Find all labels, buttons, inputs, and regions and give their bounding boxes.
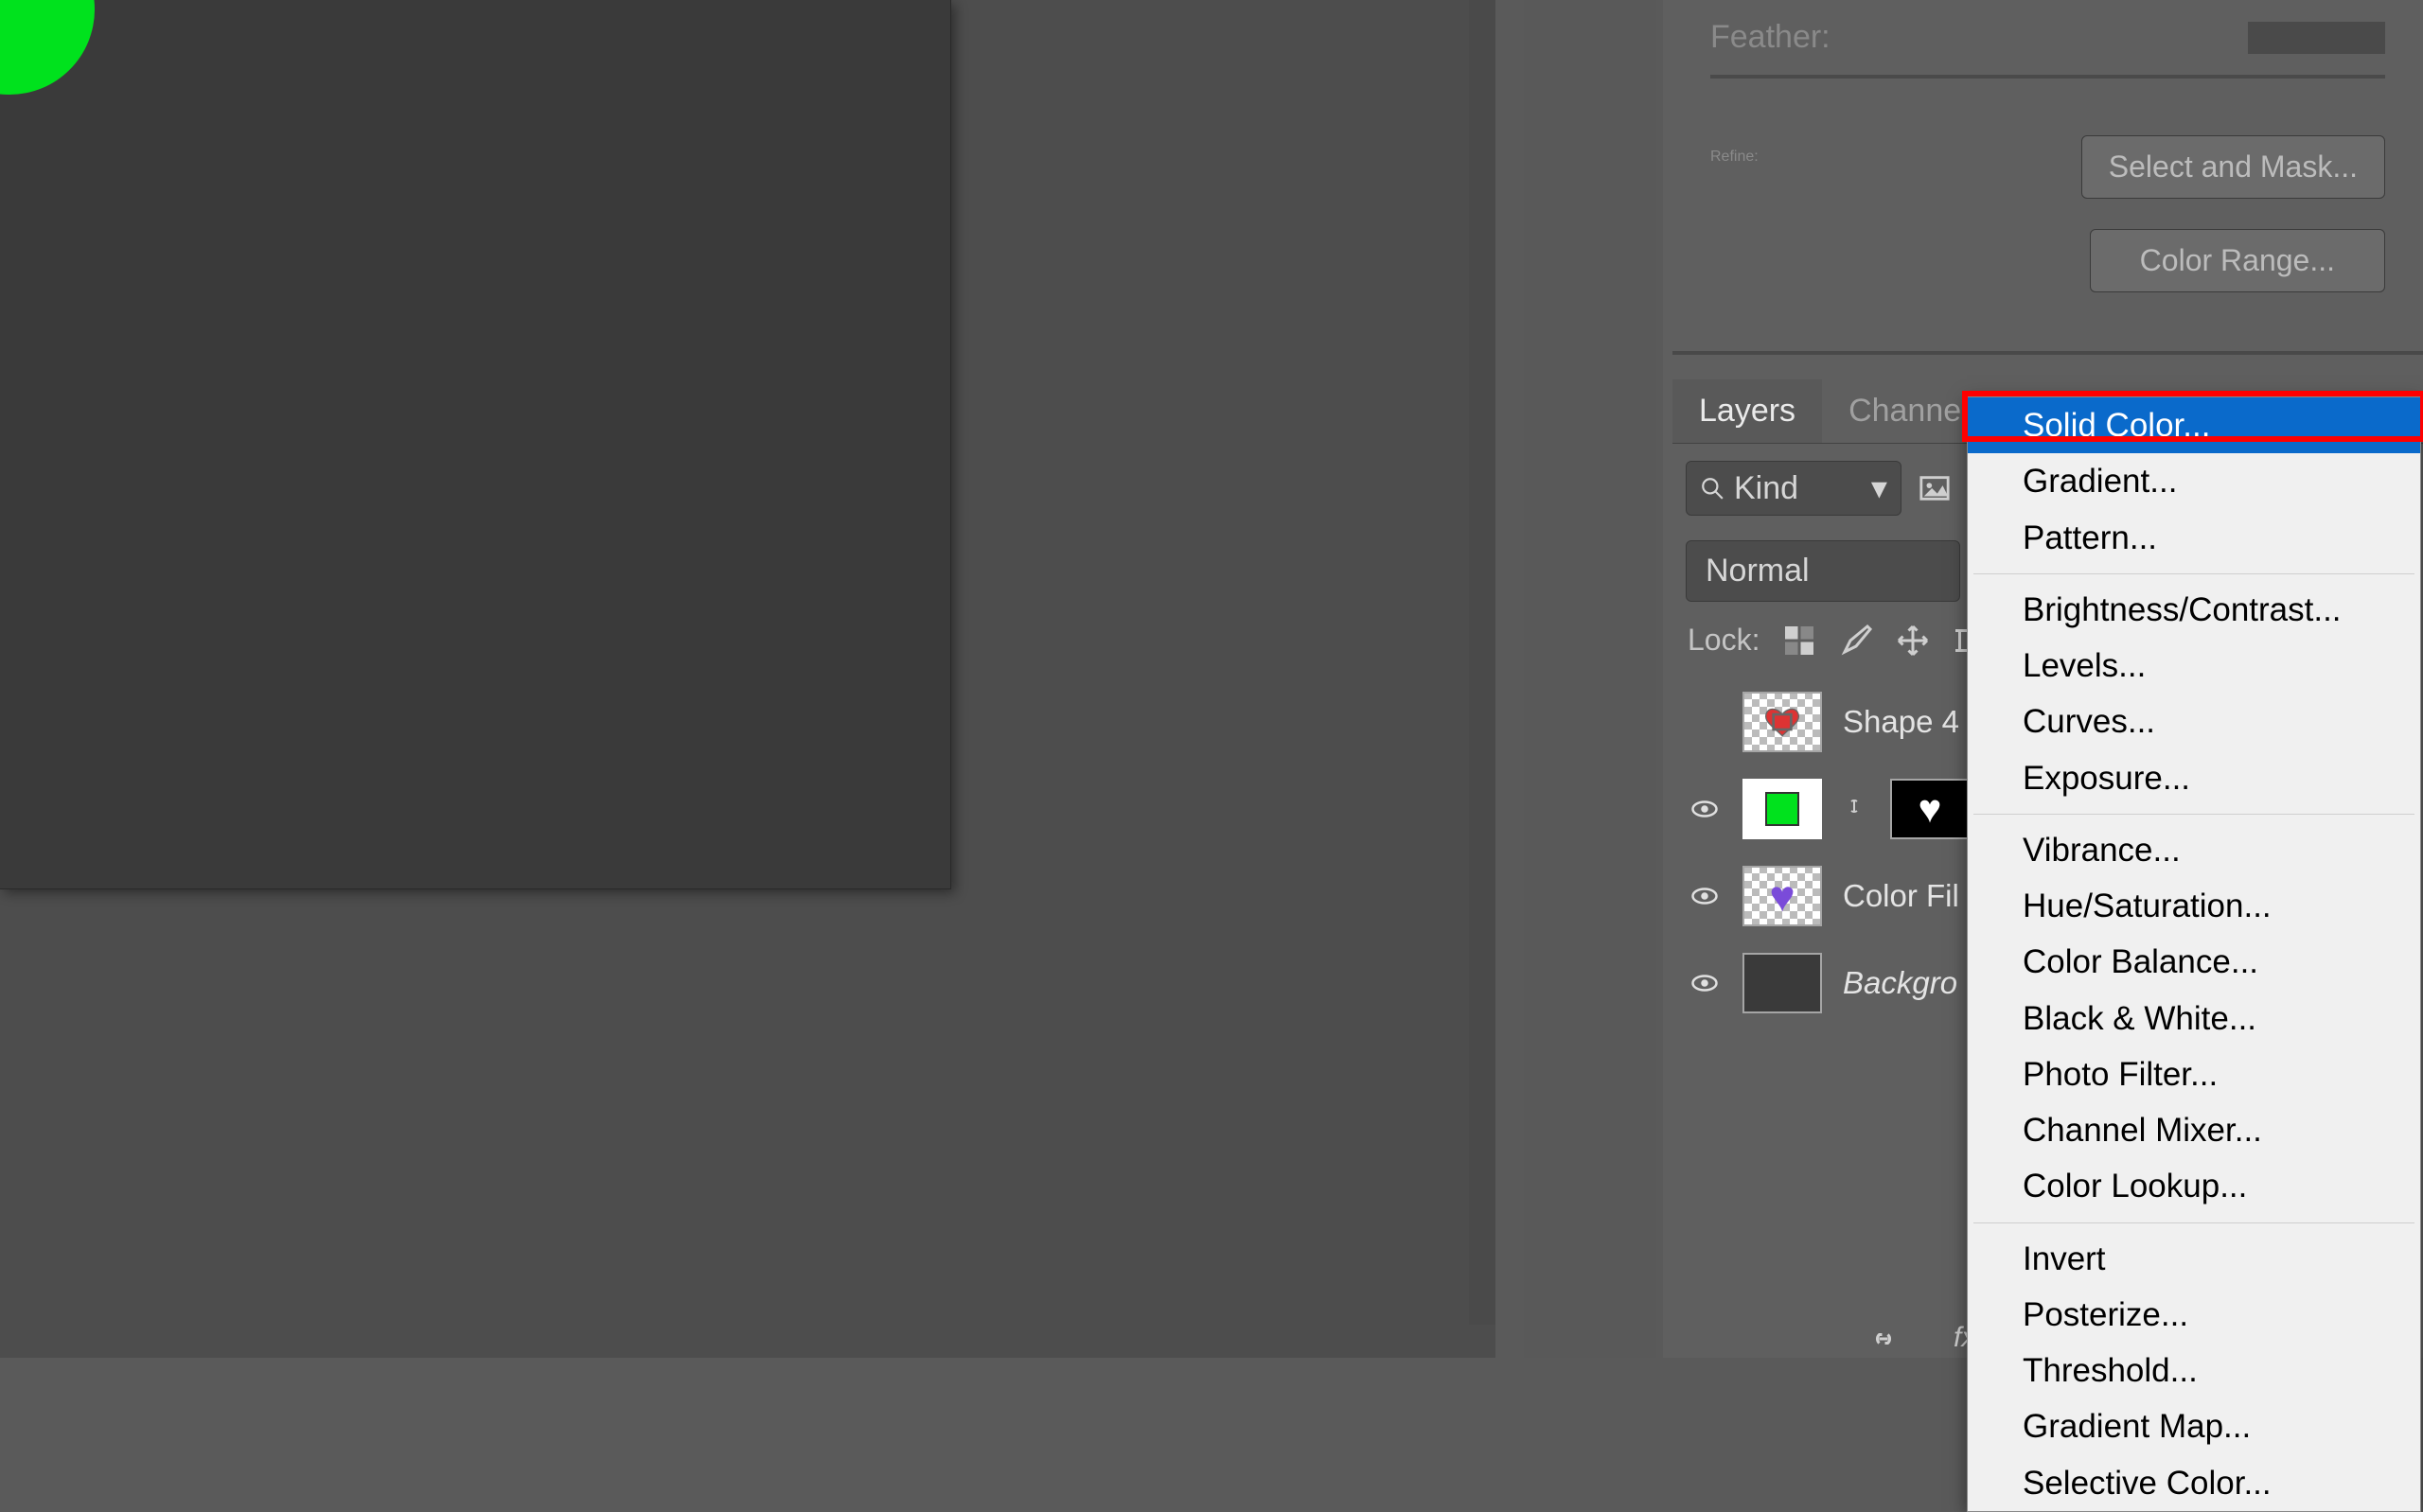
menu-item-photo-filter[interactable]: Photo Filter...: [1968, 1046, 2420, 1102]
menu-item-curves[interactable]: Curves...: [1968, 694, 2420, 749]
menu-item-threshold[interactable]: Threshold...: [1968, 1343, 2420, 1398]
menu-item-exposure[interactable]: Exposure...: [1968, 750, 2420, 806]
vertical-scrollbar[interactable]: [1469, 0, 1495, 1325]
menu-item-pattern[interactable]: Pattern...: [1968, 510, 2420, 566]
visibility-toggle[interactable]: [1688, 966, 1722, 1000]
chevron-down-icon: ▾: [1871, 469, 1887, 507]
blend-mode-select[interactable]: Normal: [1686, 540, 1960, 602]
lock-brush-icon[interactable]: [1839, 624, 1873, 658]
layer-thumbnail[interactable]: [1742, 692, 1822, 752]
menu-item-hue-saturation[interactable]: Hue/Saturation...: [1968, 878, 2420, 934]
heart-icon: ♥: [1769, 870, 1795, 922]
visibility-toggle[interactable]: [1688, 879, 1722, 913]
lock-label: Lock:: [1688, 623, 1760, 658]
link-layers-icon[interactable]: [1866, 1322, 1901, 1356]
layer-filter-kind[interactable]: Kind ▾: [1686, 461, 1901, 516]
heart-icon: ♥: [1919, 786, 1942, 832]
select-and-mask-button[interactable]: Select and Mask...: [2081, 135, 2385, 199]
menu-item-levels[interactable]: Levels...: [1968, 638, 2420, 694]
menu-item-color-lookup[interactable]: Color Lookup...: [1968, 1158, 2420, 1214]
lock-transparency-icon[interactable]: [1782, 624, 1816, 658]
feather-input[interactable]: [2248, 22, 2385, 54]
menu-divider: [1973, 573, 2414, 574]
layer-thumbnail[interactable]: [1742, 779, 1822, 839]
layer-name: Color Fil: [1843, 878, 1959, 914]
panel-gutter: [1524, 0, 1656, 1358]
menu-item-color-balance[interactable]: Color Balance...: [1968, 934, 2420, 990]
menu-item-invert[interactable]: Invert: [1968, 1231, 2420, 1287]
canvas-green-shape: [0, 0, 95, 95]
refine-label: Refine:: [1710, 135, 2081, 166]
layer-mask-thumbnail[interactable]: ♥: [1890, 779, 1970, 839]
feather-label: Feather:: [1710, 19, 2248, 56]
menu-divider: [1973, 814, 2414, 815]
menu-divider: [1973, 1222, 2414, 1223]
mask-link-icon[interactable]: [1843, 793, 1869, 826]
document-canvas[interactable]: [0, 0, 951, 889]
filter-image-icon[interactable]: [1919, 472, 1951, 504]
menu-item-selective-color[interactable]: Selective Color...: [1968, 1455, 2420, 1511]
adjustment-layer-menu: Solid Color...Gradient...Pattern... Brigh…: [1967, 396, 2421, 1512]
visibility-toggle[interactable]: [1688, 705, 1722, 739]
menu-item-black-white[interactable]: Black & White...: [1968, 991, 2420, 1046]
menu-item-brightness-contrast[interactable]: Brightness/Contrast...: [1968, 582, 2420, 638]
kind-label: Kind: [1734, 470, 1798, 507]
search-icon: [1700, 476, 1724, 501]
canvas-area: [0, 0, 1495, 1358]
menu-item-vibrance[interactable]: Vibrance...: [1968, 822, 2420, 878]
properties-panel: Feather: Refine: Select and Mask... Colo…: [1672, 0, 2423, 332]
menu-item-gradient-map[interactable]: Gradient Map...: [1968, 1398, 2420, 1454]
color-range-button[interactable]: Color Range...: [2090, 229, 2385, 292]
tab-layers[interactable]: Layers: [1672, 379, 1822, 443]
layer-thumbnail[interactable]: [1742, 953, 1822, 1013]
visibility-toggle[interactable]: [1688, 792, 1722, 826]
feather-slider[interactable]: [1710, 75, 2385, 79]
solid-color-swatch: [1765, 792, 1799, 826]
layer-name: Shape 4: [1843, 704, 1959, 740]
layer-name: Backgro: [1843, 965, 1957, 1001]
menu-item-gradient[interactable]: Gradient...: [1968, 453, 2420, 509]
menu-item-solid-color[interactable]: Solid Color...: [1968, 397, 2420, 453]
menu-item-posterize[interactable]: Posterize...: [1968, 1287, 2420, 1343]
menu-item-channel-mixer[interactable]: Channel Mixer...: [1968, 1102, 2420, 1158]
lock-move-icon[interactable]: [1896, 624, 1930, 658]
layer-thumbnail[interactable]: ♥: [1742, 866, 1822, 926]
